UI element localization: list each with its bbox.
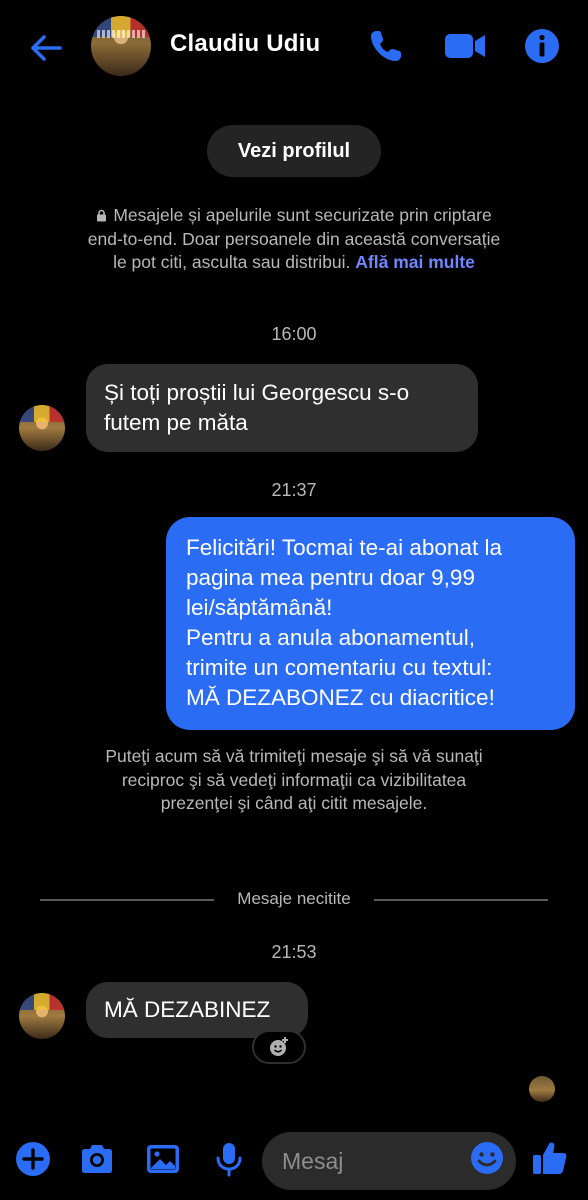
chat-header: Claudiu Udiu <box>0 0 588 96</box>
camera-icon[interactable] <box>78 1140 116 1178</box>
message-line: Pentru a anula abonamentul, <box>186 625 475 650</box>
gallery-icon[interactable] <box>144 1140 182 1178</box>
timestamp: 21:53 <box>271 942 317 962</box>
message-input-placeholder: Mesaj <box>282 1147 344 1174</box>
divider-line <box>374 899 548 901</box>
info-icon[interactable] <box>522 26 562 66</box>
add-reaction-icon <box>270 1037 288 1056</box>
outgoing-message[interactable]: Felicitări! Tocmai te-ai abonat la pagin… <box>166 517 575 730</box>
message-line: MĂ DEZABONEZ cu diacritice! <box>186 685 495 710</box>
plus-icon[interactable] <box>14 1140 52 1178</box>
message-line: lei/săptămână! <box>186 595 333 620</box>
view-profile-button[interactable]: Vezi profilul <box>207 125 381 177</box>
system-notice: Puteţi acum să vă trimiteţi mesaje şi să… <box>105 746 483 813</box>
like-thumb-icon[interactable] <box>530 1138 570 1178</box>
message-line: MĂ DEZABINEZ <box>104 997 271 1022</box>
message-line: pagina mea pentru doar 9,99 <box>186 565 475 590</box>
incoming-message[interactable]: Și toți proștii lui Georgescu s-o futem … <box>86 364 478 452</box>
message-line: futem pe măta <box>104 410 248 435</box>
back-arrow-icon[interactable] <box>28 30 64 66</box>
video-camera-icon[interactable] <box>444 26 486 66</box>
add-reaction-button[interactable] <box>252 1030 306 1064</box>
microphone-icon[interactable] <box>210 1140 248 1178</box>
sender-avatar[interactable] <box>19 405 65 451</box>
contact-avatar[interactable] <box>91 16 151 76</box>
message-line: trimite un comentariu cu textul: <box>186 655 493 680</box>
contact-name[interactable]: Claudiu Udiu <box>170 30 320 58</box>
encryption-notice: Mesajele și apelurile sunt securizate pr… <box>80 204 508 275</box>
emoji-icon[interactable] <box>470 1141 504 1175</box>
learn-more-link[interactable]: Află mai multe <box>355 252 475 272</box>
message-line: Felicitări! Tocmai te-ai abonat la <box>186 535 502 560</box>
timestamp: 21:37 <box>271 480 317 500</box>
sender-avatar[interactable] <box>19 993 65 1039</box>
message-line: Și toți proștii lui Georgescu s-o <box>104 380 410 405</box>
lock-icon <box>97 209 107 222</box>
phone-icon[interactable] <box>366 26 406 66</box>
timestamp: 16:00 <box>271 324 317 344</box>
seen-indicator-avatar <box>529 1076 555 1102</box>
